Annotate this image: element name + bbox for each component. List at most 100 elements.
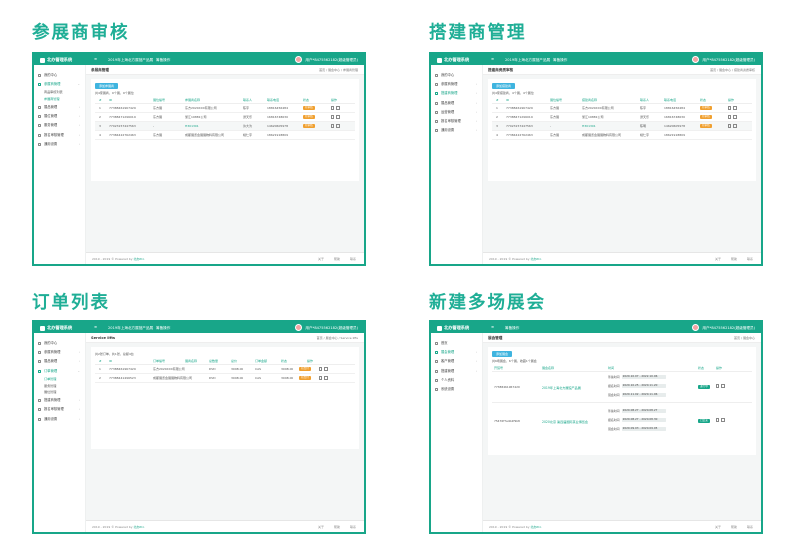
- sidebar-item-settings[interactable]: 通用设置 ›: [431, 126, 482, 135]
- edit-icon[interactable]: [721, 384, 725, 388]
- user-menu[interactable]: 用户*8475562182(超级管理员): [702, 58, 755, 63]
- mode-selector[interactable]: 筹备操作: [156, 58, 170, 63]
- sidebar-item-exhibits[interactable]: 展品管理 ›: [34, 357, 85, 366]
- row-actions[interactable]: [728, 104, 739, 113]
- view-icon[interactable]: [319, 376, 323, 380]
- edit-icon[interactable]: [728, 106, 732, 110]
- app-logo[interactable]: 北办管理系统: [40, 57, 72, 63]
- row-actions[interactable]: [716, 418, 727, 422]
- sidebar-item-booths[interactable]: 展位管理 ›: [34, 112, 85, 121]
- mode-selector[interactable]: 筹备操作: [156, 326, 170, 331]
- breadcrumb-home[interactable]: 首页: [317, 336, 323, 340]
- add-exhibition-button[interactable]: 添加展会: [492, 351, 513, 357]
- edit-icon[interactable]: [721, 418, 725, 422]
- add-exhibitor-button[interactable]: 添加参展商: [95, 83, 119, 89]
- sidebar-item-finance[interactable]: 报名审核管理 ›: [431, 117, 482, 126]
- sidebar-item-settings[interactable]: 通用设置 ›: [34, 415, 85, 424]
- sidebar-item-builders[interactable]: 搭建商管理 ›: [431, 89, 482, 98]
- breadcrumb-center[interactable]: 展会中心: [326, 336, 338, 340]
- avatar[interactable]: [295, 324, 302, 331]
- row-actions[interactable]: [716, 384, 727, 388]
- footer-link-contact[interactable]: 联系: [350, 525, 356, 529]
- edit-icon[interactable]: [331, 106, 335, 110]
- avatar[interactable]: [295, 56, 302, 63]
- row-actions[interactable]: [319, 374, 330, 383]
- footer-link-about[interactable]: 关于: [318, 525, 324, 529]
- sidebar-item-finance[interactable]: 报名审核管理 ›: [34, 405, 85, 414]
- user-menu[interactable]: 用户*8475562182(超级管理员): [305, 326, 358, 331]
- app-logo[interactable]: 北办管理系统: [437, 325, 469, 331]
- row-actions[interactable]: [331, 122, 342, 131]
- exhibition-name-link[interactable]: 2019年上海北方展馆产品展: [542, 385, 581, 390]
- row-actions[interactable]: [319, 365, 330, 374]
- footer-link-about[interactable]: 关于: [715, 257, 721, 261]
- delete-icon[interactable]: [733, 124, 737, 128]
- sidebar-item-activity[interactable]: 展会管理 ›: [431, 348, 482, 357]
- edit-icon[interactable]: [728, 124, 732, 128]
- edit-icon[interactable]: [331, 115, 335, 119]
- footer-link-contact[interactable]: 联系: [350, 257, 356, 261]
- sidebar-item-settings[interactable]: 系统设置: [431, 385, 482, 394]
- menu-toggle-icon[interactable]: ≡: [491, 325, 494, 329]
- breadcrumb-center[interactable]: 展会中心: [328, 68, 340, 72]
- delete-icon[interactable]: [336, 106, 340, 110]
- footer-link-about[interactable]: 关于: [715, 525, 721, 529]
- sidebar-item-exhibitors[interactable]: 参展商管理 ⌄: [34, 80, 85, 89]
- footer-link-contact[interactable]: 联系: [747, 257, 753, 261]
- add-builder-button[interactable]: 添加搭建商: [492, 83, 516, 89]
- sidebar-item-exhibits[interactable]: 展品管理 ›: [431, 99, 482, 108]
- delete-icon[interactable]: [733, 115, 737, 119]
- sidebar-subitem-orders[interactable]: 订单管理: [34, 376, 85, 383]
- delete-icon[interactable]: [336, 115, 340, 119]
- row-actions[interactable]: [728, 122, 739, 131]
- footer-link-about[interactable]: 关于: [318, 257, 324, 261]
- project-selector[interactable]: 2019年上海北方展馆产品展: [108, 326, 153, 331]
- footer-link-help[interactable]: 帮助: [334, 257, 340, 261]
- sidebar-item-exhibitors[interactable]: 参展商管理 ›: [34, 348, 85, 357]
- sidebar-item-finance[interactable]: 报名审核管理 ›: [34, 131, 85, 140]
- breadcrumb-home[interactable]: 首页: [319, 68, 325, 72]
- menu-toggle-icon[interactable]: ≡: [94, 325, 97, 329]
- sidebar-item-home[interactable]: 我的中心: [34, 339, 85, 348]
- sidebar-item-settings[interactable]: 通用设置 ›: [34, 140, 85, 149]
- edit-icon[interactable]: [324, 367, 328, 371]
- mode-selector[interactable]: 筹备操作: [553, 58, 567, 63]
- avatar[interactable]: [692, 324, 699, 331]
- sidebar-item-home[interactable]: 我的中心: [431, 71, 482, 80]
- edit-icon[interactable]: [728, 115, 732, 119]
- sidebar-item-applications[interactable]: 运营管理 ›: [431, 108, 482, 117]
- sidebar-item-orders[interactable]: 订单管理 ⌄: [34, 367, 85, 376]
- app-logo[interactable]: 北办管理系统: [40, 325, 72, 331]
- project-selector[interactable]: 筹备操作: [505, 326, 519, 331]
- exhibition-name-link[interactable]: 2020北京 第四届国际茶业博览会: [542, 419, 588, 424]
- breadcrumb-home[interactable]: 首页: [734, 336, 740, 340]
- sidebar-item-services[interactable]: 服务管理 ›: [34, 121, 85, 130]
- edit-icon[interactable]: [324, 376, 328, 380]
- user-menu[interactable]: 用户*8475562182(超级管理员): [702, 326, 755, 331]
- sidebar-subitem-manage[interactable]: 参展商管理: [34, 96, 85, 103]
- user-menu[interactable]: 用户*8475562182(超级管理员): [305, 58, 358, 63]
- delete-icon[interactable]: [733, 106, 737, 110]
- menu-toggle-icon[interactable]: ≡: [94, 57, 97, 61]
- breadcrumb-center[interactable]: 展会中心: [719, 68, 731, 72]
- sidebar-item-profile[interactable]: 个人资料: [431, 376, 482, 385]
- sidebar-item-builders[interactable]: 搭建商管理 ›: [34, 396, 85, 405]
- menu-toggle-icon[interactable]: ≡: [491, 57, 494, 61]
- footer-link-contact[interactable]: 联系: [747, 525, 753, 529]
- project-selector[interactable]: 2019年上海北方展馆产品展: [108, 58, 153, 63]
- view-icon[interactable]: [319, 367, 323, 371]
- sidebar-item-home[interactable]: 首页: [431, 339, 482, 348]
- edit-icon[interactable]: [331, 124, 335, 128]
- sidebar-item-vendors[interactable]: 搭建管理 ›: [431, 367, 482, 376]
- project-selector[interactable]: 2019年上海北方展馆产品展: [505, 58, 550, 63]
- sidebar-subitem-services[interactable]: 服务管理: [34, 383, 85, 390]
- app-logo[interactable]: 北办管理系统: [437, 57, 469, 63]
- footer-link-help[interactable]: 帮助: [731, 257, 737, 261]
- row-actions[interactable]: [728, 113, 739, 122]
- footer-link-help[interactable]: 帮助: [334, 525, 340, 529]
- delete-icon[interactable]: [336, 124, 340, 128]
- avatar[interactable]: [692, 56, 699, 63]
- sidebar-item-exhibits[interactable]: 展品管理 ›: [34, 103, 85, 112]
- row-actions[interactable]: [331, 113, 342, 122]
- view-icon[interactable]: [716, 418, 720, 422]
